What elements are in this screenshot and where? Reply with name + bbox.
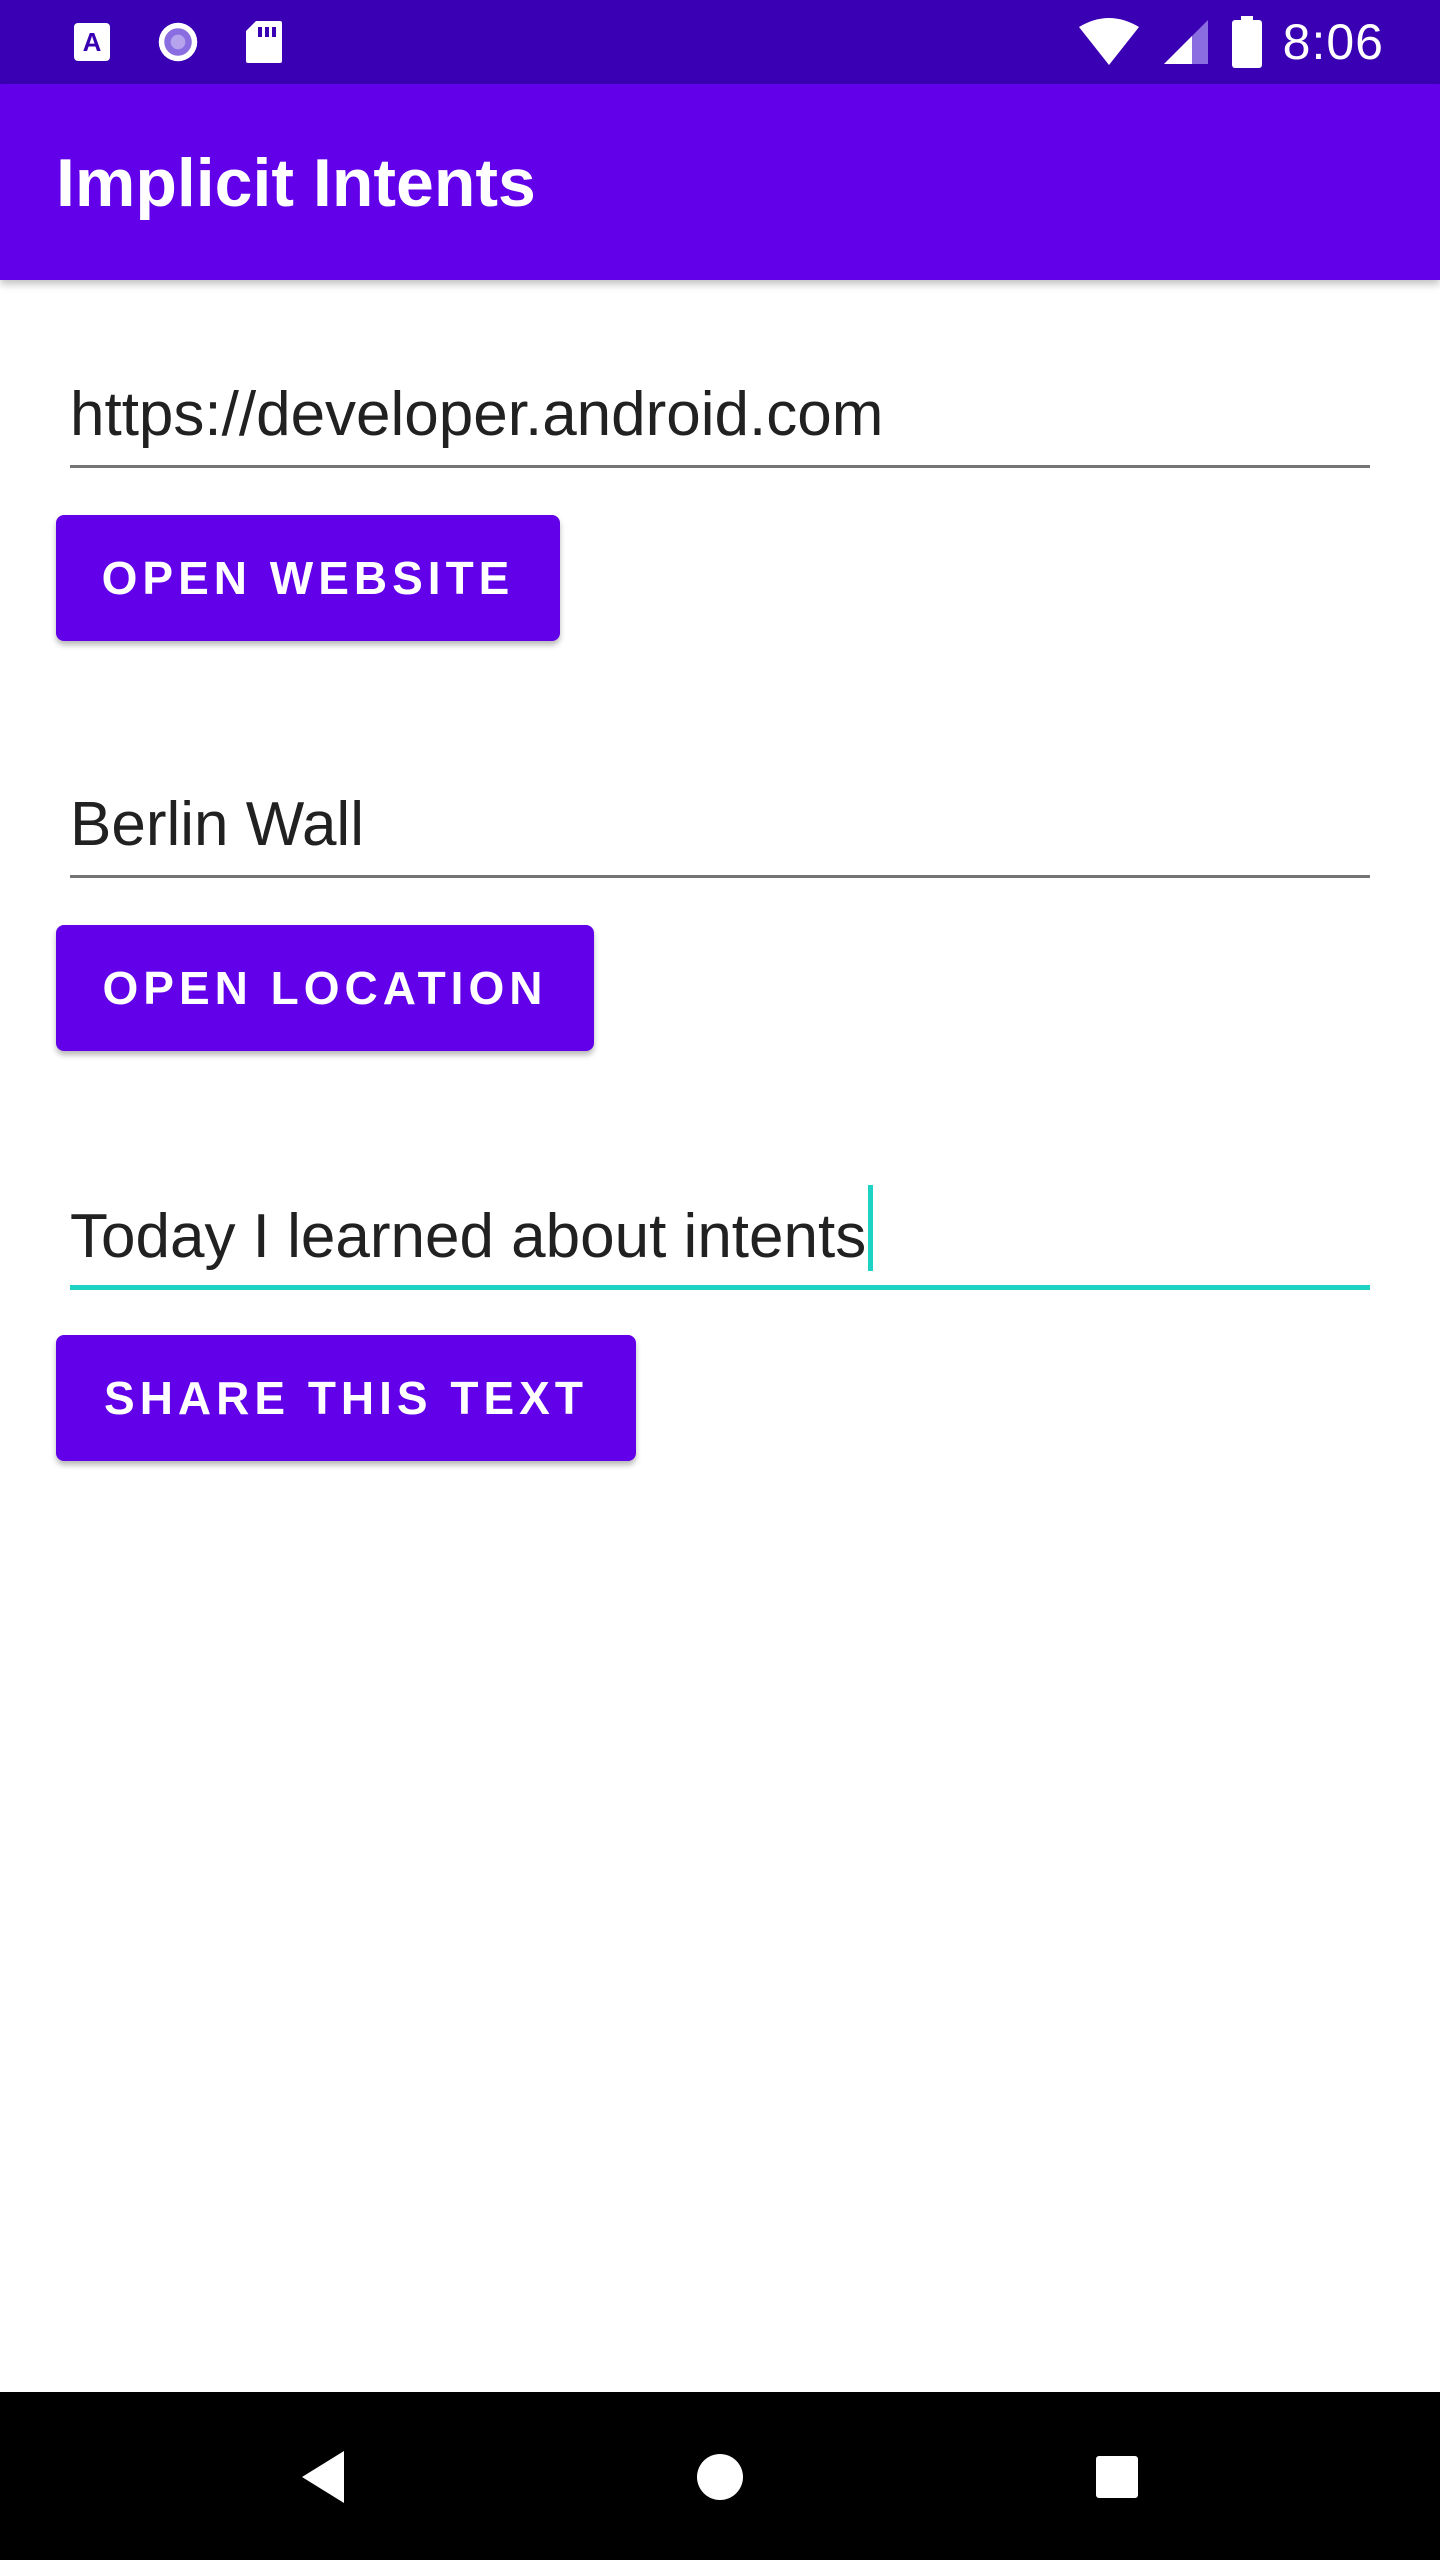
recents-icon[interactable] [1082, 2442, 1152, 2512]
status-bar: A 8:06 [0, 0, 1440, 84]
location-field[interactable]: Berlin Wall [70, 768, 1370, 878]
status-time: 8:06 [1282, 14, 1384, 70]
location-value: Berlin Wall [70, 790, 364, 859]
open-location-button[interactable]: OPEN LOCATION [56, 925, 594, 1051]
location-underline [70, 875, 1370, 878]
website-url-value: https://developer.android.com [70, 380, 884, 449]
open-website-button[interactable]: OPEN WEBSITE [56, 515, 560, 641]
sync-loader-icon [156, 18, 200, 66]
sd-card-icon [242, 18, 286, 66]
app-title: Implicit Intents [56, 145, 536, 221]
status-right-icons: 8:06 [1077, 10, 1384, 74]
share-text-value: Today I learned about intents [70, 1185, 874, 1272]
status-left-icons: A [70, 18, 286, 66]
app-bar: Implicit Intents [0, 84, 1440, 280]
share-text-underline [70, 1285, 1370, 1290]
text-a-icon: A [70, 18, 114, 66]
home-icon[interactable] [685, 2442, 755, 2512]
battery-icon [1231, 16, 1263, 68]
share-text-field[interactable]: Today I learned about intents [70, 1180, 1370, 1290]
website-url-field[interactable]: https://developer.android.com [70, 358, 1370, 468]
wifi-icon [1077, 18, 1141, 66]
website-url-underline [70, 465, 1370, 468]
back-icon[interactable] [288, 2442, 358, 2512]
share-text-content: Today I learned about intents [70, 1202, 867, 1271]
text-cursor [868, 1185, 874, 1271]
navigation-bar [0, 2392, 1440, 2560]
share-text-button[interactable]: SHARE THIS TEXT [56, 1335, 636, 1461]
svg-text:A: A [83, 27, 102, 57]
cell-signal-icon [1161, 18, 1211, 66]
